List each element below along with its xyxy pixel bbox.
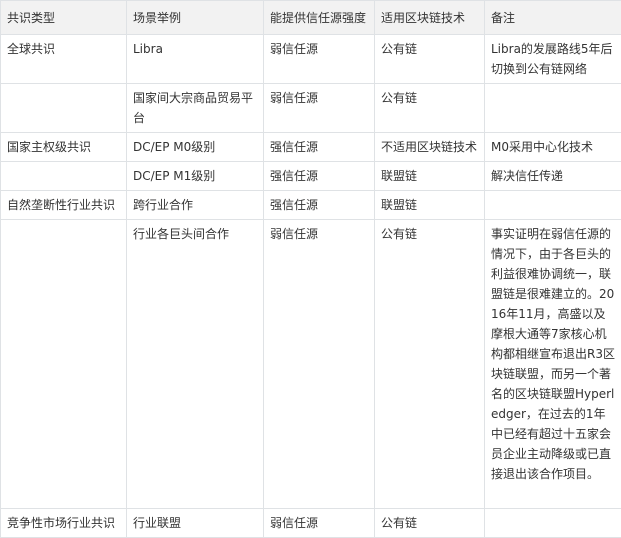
cell-scene: 跨行业合作 — [126, 190, 264, 220]
consensus-table-page: 共识类型 场景举例 能提供信任源强度 适用区块链技术 备注 全球共识 Libra… — [0, 0, 621, 538]
cell-strength: 弱信任源 — [263, 34, 375, 84]
header-scene-example: 场景举例 — [126, 0, 264, 35]
cell-tech: 公有链 — [374, 508, 485, 538]
cell-note: M0采用中心化技术 — [484, 132, 621, 162]
cell-strength: 强信任源 — [263, 190, 375, 220]
table-row: 全球共识 Libra 弱信任源 公有链 Libra的发展路线5年后切换到公有链网… — [0, 34, 621, 84]
table-row: 自然垄断性行业共识 跨行业合作 强信任源 联盟链 — [0, 190, 621, 220]
cell-note: 事实证明在弱信任源的情况下，由于各巨头的利益很难协调统一，联盟链是很难建立的。2… — [484, 219, 621, 509]
cell-scene: 行业联盟 — [126, 508, 264, 538]
cell-note: 解决信任传递 — [484, 161, 621, 191]
cell-strength: 强信任源 — [263, 132, 375, 162]
cell-tech: 不适用区块链技术 — [374, 132, 485, 162]
cell-note: Libra的发展路线5年后切换到公有链网络 — [484, 34, 621, 84]
cell-strength: 弱信任源 — [263, 83, 375, 133]
table-row: 国家主权级共识 DC/EP M0级别 强信任源 不适用区块链技术 M0采用中心化… — [0, 132, 621, 162]
cell-note — [484, 190, 621, 220]
cell-tech: 公有链 — [374, 219, 485, 509]
cell-strength: 强信任源 — [263, 161, 375, 191]
table-row: 国家间大宗商品贸易平台 弱信任源 公有链 — [0, 83, 621, 133]
cell-consensus-type: 自然垄断性行业共识 — [0, 190, 127, 220]
cell-scene: DC/EP M0级别 — [126, 132, 264, 162]
table-row: DC/EP M1级别 强信任源 联盟链 解决信任传递 — [0, 161, 621, 191]
table-header-row: 共识类型 场景举例 能提供信任源强度 适用区块链技术 备注 — [0, 0, 621, 35]
cell-scene: DC/EP M1级别 — [126, 161, 264, 191]
cell-tech: 公有链 — [374, 34, 485, 84]
cell-consensus-type — [0, 83, 127, 133]
cell-strength: 弱信任源 — [263, 508, 375, 538]
header-trust-strength: 能提供信任源强度 — [263, 0, 375, 35]
cell-scene: Libra — [126, 34, 264, 84]
header-consensus-type: 共识类型 — [0, 0, 127, 35]
cell-note — [484, 508, 621, 538]
cell-consensus-type — [0, 161, 127, 191]
cell-consensus-type: 国家主权级共识 — [0, 132, 127, 162]
header-note: 备注 — [484, 0, 621, 35]
cell-consensus-type: 全球共识 — [0, 34, 127, 84]
cell-consensus-type: 竞争性市场行业共识 — [0, 508, 127, 538]
cell-consensus-type — [0, 219, 127, 509]
cell-tech: 公有链 — [374, 83, 485, 133]
cell-scene: 国家间大宗商品贸易平台 — [126, 83, 264, 133]
header-blockchain-tech: 适用区块链技术 — [374, 0, 485, 35]
cell-note — [484, 83, 621, 133]
cell-strength: 弱信任源 — [263, 219, 375, 509]
cell-scene: 行业各巨头间合作 — [126, 219, 264, 509]
table-row: 行业各巨头间合作 弱信任源 公有链 事实证明在弱信任源的情况下，由于各巨头的利益… — [0, 219, 621, 509]
cell-tech: 联盟链 — [374, 190, 485, 220]
table-row: 竞争性市场行业共识 行业联盟 弱信任源 公有链 — [0, 508, 621, 538]
consensus-table: 共识类型 场景举例 能提供信任源强度 适用区块链技术 备注 全球共识 Libra… — [0, 0, 621, 538]
cell-tech: 联盟链 — [374, 161, 485, 191]
